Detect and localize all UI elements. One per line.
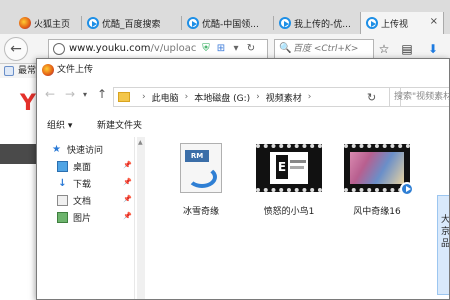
chevron-right-icon: › — [142, 92, 146, 102]
file-upload-dialog: 文件上传 ← → ▾ ↑ › 此电脑 › 本地磁盘 (G:) › 视频素材 › … — [36, 58, 450, 300]
nav-item-label: 桌面 — [73, 162, 92, 173]
pin-icon: 📌 — [123, 161, 132, 169]
tab-label: 优酷_百度搜索 — [102, 19, 161, 30]
youku-logo: Y — [20, 91, 36, 116]
rm-badge: RM — [185, 150, 209, 162]
pin-icon: 📌 — [123, 178, 132, 186]
breadcrumb-folder[interactable]: 视频素材 — [266, 91, 302, 104]
nav-item-label: 快速访问 — [67, 145, 104, 156]
nav-item-label: 下载 — [73, 179, 92, 190]
search-placeholder: 百度 <Ctrl+K> — [293, 44, 359, 54]
up-arrow-icon[interactable]: ↑ — [97, 87, 107, 101]
pin-icon: 📌 — [123, 195, 132, 203]
tab-label: 火狐主页 — [34, 19, 71, 30]
youku-icon — [87, 17, 99, 29]
rm-file-icon: RM — [180, 143, 222, 193]
grid-icon[interactable]: ⊞ — [215, 43, 227, 55]
chevron-right-icon: › — [307, 92, 312, 102]
tab-label: 上传视 — [381, 19, 409, 30]
firefox-icon — [42, 64, 54, 76]
nav-item-label: 图片 — [73, 213, 92, 224]
globe-icon — [53, 43, 65, 55]
rating-badge-icon: E — [276, 155, 288, 179]
video-file-icon — [344, 144, 414, 196]
refresh-icon[interactable]: ↻ — [367, 91, 376, 104]
tab-youku-baidu[interactable]: 优酷_百度搜索 — [82, 12, 182, 34]
forward-arrow-icon[interactable]: → — [65, 87, 75, 101]
download-icon[interactable]: ⬇ — [426, 42, 440, 56]
pin-icon: 📌 — [123, 212, 132, 220]
url-host: www.youku.com — [69, 43, 151, 54]
youku-icon — [366, 17, 378, 29]
tab-youku-china[interactable]: 优酷-中国领... — [182, 12, 274, 34]
nav-item-quick-access[interactable]: ★ 快速访问 — [51, 141, 103, 157]
file-item[interactable]: E 愤怒的小鸟1 — [249, 135, 329, 217]
file-thumbnail: RM — [165, 137, 237, 199]
shield-icon[interactable]: ⛨ — [200, 43, 212, 55]
folder-icon — [118, 92, 130, 102]
chevron-right-icon: › — [184, 92, 189, 102]
tab-label: 我上传的-优... — [294, 19, 351, 30]
nav-item-pictures[interactable]: 图片 — [57, 209, 91, 225]
breadcrumb-this-pc[interactable]: 此电脑 — [152, 91, 179, 104]
desktop-icon — [57, 160, 68, 172]
dialog-nav: ← → ▾ ↑ › 此电脑 › 本地磁盘 (G:) › 视频素材 › ↻ 搜索"… — [37, 81, 449, 111]
file-item-partial[interactable]: 大 京 品 — [437, 195, 450, 295]
address-bar[interactable]: › 此电脑 › 本地磁盘 (G:) › 视频素材 › — [113, 87, 401, 107]
search-icon: 🔍 — [279, 43, 292, 54]
bookmark-star-icon[interactable]: ☆ — [377, 42, 391, 56]
file-name: 冰雪奇缘 — [182, 207, 219, 217]
youku-icon — [187, 17, 199, 29]
document-icon — [57, 194, 68, 206]
file-list: RM 冰雪奇缘 E 愤怒的小鸟1 风中奇缘16 大 京 品 — [145, 135, 450, 299]
nav-scrollbar[interactable]: ▲ — [137, 137, 145, 299]
nav-item-label: 文档 — [73, 196, 92, 207]
tab-upload-active[interactable]: 上传视 × — [360, 12, 444, 34]
organize-button[interactable]: 组织 ▾ — [47, 118, 72, 131]
nav-item-downloads[interactable]: ↓ 下载 — [57, 175, 91, 191]
nav-item-documents[interactable]: 文档 — [57, 192, 91, 208]
folder-search-placeholder: 搜索"视频素材" — [394, 92, 449, 102]
bookmark-folder-icon — [4, 66, 14, 76]
tab-bar: 火狐主页 优酷_百度搜索 优酷-中国领... 我上传的-优... 上传视 × — [0, 0, 450, 34]
search-input[interactable]: 🔍 百度 <Ctrl+K> — [274, 39, 374, 59]
navigation-pane: ★ 快速访问 桌面 📌 ↓ 下载 📌 文档 📌 图片 📌 — [37, 137, 135, 299]
scroll-up-icon[interactable]: ▲ — [138, 139, 143, 146]
tab-firefox-home[interactable]: 火狐主页 — [14, 12, 82, 34]
play-icon — [400, 182, 414, 196]
download-icon: ↓ — [58, 177, 67, 189]
back-button[interactable]: ← — [4, 37, 28, 61]
bookmark-item[interactable]: 最常 — [18, 66, 36, 76]
command-bar: 组织 ▾ 新建文件夹 — [37, 115, 449, 135]
new-folder-button[interactable]: 新建文件夹 — [97, 118, 142, 131]
reload-icon[interactable]: ↻ — [245, 43, 257, 55]
picture-icon — [57, 211, 68, 223]
file-name: 愤怒的小鸟1 — [263, 207, 315, 217]
close-icon[interactable]: × — [430, 16, 438, 27]
star-icon: ★ — [52, 143, 61, 155]
file-name: 风中奇缘16 — [353, 207, 401, 217]
url-path: /v/uploac — [150, 43, 197, 54]
dialog-title-bar: 文件上传 — [37, 59, 449, 81]
file-thumbnail — [341, 137, 414, 199]
file-item[interactable]: RM 冰雪奇缘 — [161, 135, 241, 217]
folder-search-input[interactable]: 搜索"视频素材" — [389, 87, 449, 107]
file-thumbnail: E — [253, 137, 325, 199]
dialog-title: 文件上传 — [57, 65, 94, 75]
nav-item-desktop[interactable]: 桌面 — [57, 158, 91, 174]
tab-label: 优酷-中国领... — [202, 19, 259, 30]
chevron-right-icon: › — [256, 92, 260, 102]
video-file-icon: E — [256, 144, 322, 192]
back-arrow-icon[interactable]: ← — [45, 87, 55, 101]
firefox-icon — [19, 17, 31, 29]
dropdown-icon[interactable]: ▾ — [230, 43, 242, 55]
partial-file-name: 大 京 品 — [441, 215, 450, 249]
chevron-down-icon[interactable]: ▾ — [83, 90, 87, 99]
tab-my-uploads[interactable]: 我上传的-优... — [274, 12, 360, 34]
reading-list-icon[interactable]: ▤ — [400, 42, 414, 56]
breadcrumb-drive[interactable]: 本地磁盘 (G:) — [194, 91, 250, 104]
page-nav-strip — [0, 144, 40, 164]
youku-icon — [279, 17, 291, 29]
file-item[interactable]: 风中奇缘16 — [337, 135, 417, 217]
